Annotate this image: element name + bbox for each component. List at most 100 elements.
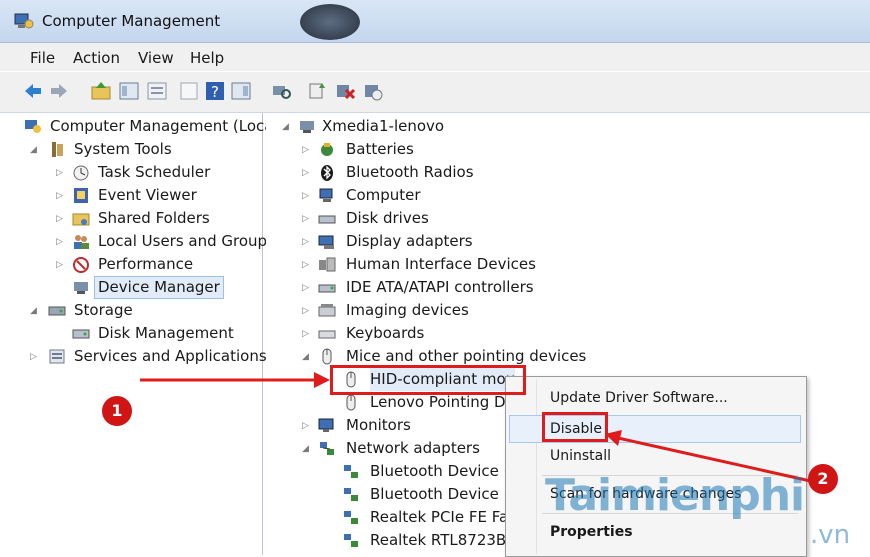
highlight-box-device xyxy=(330,365,526,395)
expand-arrow-icon[interactable]: ▷ xyxy=(56,237,66,247)
mouse-icon xyxy=(322,348,332,365)
expand-arrow-icon[interactable]: ▷ xyxy=(302,306,312,316)
expand-arrow-icon[interactable]: ▷ xyxy=(302,191,312,201)
disk-icon xyxy=(72,329,90,339)
device-root-label: Xmedia1-lenovo xyxy=(322,117,445,135)
expand-arrow-icon[interactable]: ▷ xyxy=(302,237,312,247)
blank-icon[interactable] xyxy=(178,80,200,102)
services-icon xyxy=(49,349,65,364)
device-label: Network adapters xyxy=(346,439,480,457)
up-folder-icon[interactable] xyxy=(90,80,112,102)
title-bar: Computer Management xyxy=(0,0,870,43)
expand-arrow-icon[interactable]: ▷ xyxy=(56,260,66,270)
action-pane-icon[interactable] xyxy=(230,80,252,102)
network-adapter-icon xyxy=(344,465,358,478)
tree-label: Performance xyxy=(98,255,194,273)
tree-label: System Tools xyxy=(74,140,172,158)
menu-action[interactable]: Action xyxy=(73,49,120,67)
tree-label: Shared Folders xyxy=(98,209,210,227)
properties-icon[interactable] xyxy=(146,80,168,102)
device-manager-icon xyxy=(74,282,88,294)
expand-arrow-icon[interactable]: ▷ xyxy=(56,168,66,178)
back-arrow-icon[interactable] xyxy=(22,80,44,102)
expand-arrow-icon[interactable]: ▷ xyxy=(302,260,312,270)
computer-management-icon xyxy=(14,13,34,29)
device-label: Computer xyxy=(346,186,421,204)
menu-view[interactable]: View xyxy=(138,49,174,67)
expand-arrow-icon[interactable]: ▷ xyxy=(56,214,66,224)
computer-management-icon xyxy=(25,120,41,133)
menu-item-update-driver[interactable]: Update Driver Software... xyxy=(506,385,806,411)
scan-icon[interactable] xyxy=(270,80,292,102)
imaging-device-icon xyxy=(318,304,336,317)
tree-label: Task Scheduler xyxy=(98,163,211,181)
show-hide-tree-icon[interactable] xyxy=(118,80,140,102)
hid-icon xyxy=(319,257,336,272)
expand-arrow-icon[interactable]: ▷ xyxy=(302,283,312,293)
menu-help[interactable]: Help xyxy=(190,49,224,67)
tree-label: Computer Management (Local xyxy=(50,117,278,135)
collapse-arrow-icon[interactable]: ◢ xyxy=(302,444,312,454)
clock-icon xyxy=(73,165,89,181)
svg-text:?: ? xyxy=(211,83,219,101)
expand-arrow-icon[interactable]: ▷ xyxy=(56,191,66,201)
step-badge-2: 2 xyxy=(808,464,838,494)
computer-icon xyxy=(300,121,314,133)
tools-icon xyxy=(52,142,63,157)
tree-label: Event Viewer xyxy=(98,186,197,204)
update-driver-icon[interactable] xyxy=(306,80,328,102)
collapse-arrow-icon[interactable]: ◢ xyxy=(302,352,312,362)
device-label: Display adapters xyxy=(346,232,473,250)
menu-item-properties[interactable]: Properties xyxy=(506,519,806,545)
device-label: Human Interface Devices xyxy=(346,255,536,273)
computer-icon xyxy=(319,188,333,202)
menu-file[interactable]: File xyxy=(30,49,55,67)
monitor-icon xyxy=(318,418,334,432)
tree-label: Local Users and Groups xyxy=(98,232,275,250)
uninstall-icon[interactable] xyxy=(334,80,356,102)
step-badge-1: 1 xyxy=(102,396,132,426)
expand-arrow-icon[interactable]: ▷ xyxy=(302,421,312,431)
context-menu: Update Driver Software... Disable Uninst… xyxy=(505,376,807,557)
device-label: Bluetooth Radios xyxy=(346,163,474,181)
watermark-suffix: .vn xyxy=(810,520,851,550)
menu-bar: File Action View Help xyxy=(0,43,870,71)
device-label: IDE ATA/ATAPI controllers xyxy=(346,278,534,296)
expand-arrow-icon[interactable]: ▷ xyxy=(302,168,312,178)
tree-label: Storage xyxy=(74,301,133,319)
watermark: Taimienphi xyxy=(545,470,805,521)
storage-icon xyxy=(48,306,66,316)
help-icon[interactable]: ? xyxy=(204,80,226,102)
forward-arrow-icon[interactable] xyxy=(48,80,70,102)
expand-arrow-icon[interactable]: ▷ xyxy=(302,329,312,339)
expand-arrow-icon[interactable]: ▷ xyxy=(30,352,40,362)
console-tree: Computer Management (Local ◢ System Tool… xyxy=(14,113,278,555)
device-label: Realtek PCIe FE Fam xyxy=(370,508,523,526)
collapse-arrow-icon[interactable]: ◢ xyxy=(282,122,292,132)
device-label: Bluetooth Device (R xyxy=(370,485,520,503)
tree-label: Services and Applications xyxy=(74,347,267,365)
tree-label: Disk Management xyxy=(98,324,234,342)
display-adapter-icon xyxy=(318,235,334,249)
network-adapter-icon xyxy=(344,534,358,547)
expand-arrow-icon[interactable]: ▷ xyxy=(302,214,312,224)
highlight-box-disable xyxy=(542,412,608,442)
device-label: Keyboards xyxy=(346,324,425,342)
decorative-orb xyxy=(300,4,360,40)
collapse-arrow-icon[interactable]: ◢ xyxy=(30,306,40,316)
window-title: Computer Management xyxy=(42,12,221,30)
device-label: Batteries xyxy=(346,140,414,158)
device-label: Monitors xyxy=(346,416,411,434)
shared-folder-icon xyxy=(72,213,90,226)
device-label: Bluetooth Device (P xyxy=(370,462,519,480)
collapse-arrow-icon[interactable]: ◢ xyxy=(30,145,40,155)
disable-device-icon[interactable] xyxy=(362,80,384,102)
keyboard-icon xyxy=(318,330,336,339)
network-adapter-icon xyxy=(344,488,358,501)
battery-icon xyxy=(321,143,333,156)
menu-item-uninstall[interactable]: Uninstall xyxy=(506,443,806,469)
mouse-icon xyxy=(346,394,356,411)
performance-icon xyxy=(73,257,89,273)
expand-arrow-icon[interactable]: ▷ xyxy=(302,145,312,155)
tree-label-selected: Device Manager xyxy=(94,276,224,299)
